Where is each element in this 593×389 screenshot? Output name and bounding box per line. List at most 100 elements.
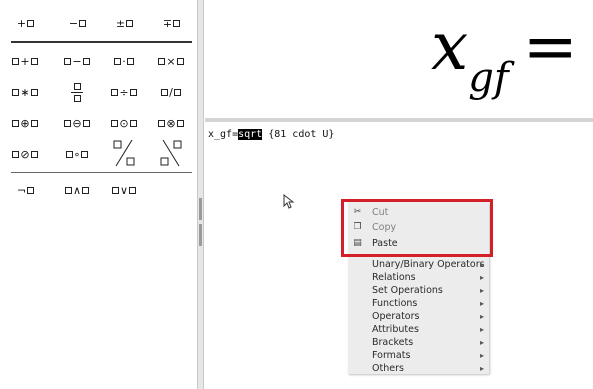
- fraction-button[interactable]: [56, 77, 98, 107]
- and-button[interactable]: ∧: [56, 175, 98, 205]
- splitter-grip[interactable]: [199, 224, 202, 246]
- placeholder-icon: [12, 119, 20, 127]
- unary-plus-button[interactable]: +: [4, 8, 46, 38]
- copy-icon: ❐: [353, 222, 362, 232]
- placeholder-icon: [129, 186, 137, 194]
- placeholder-icon: [73, 94, 81, 102]
- subtract-button[interactable]: −: [56, 46, 98, 76]
- formula-variable: x: [431, 8, 469, 85]
- placeholder-icon: [12, 150, 20, 158]
- placeholder-icon: [161, 88, 169, 96]
- or-button[interactable]: ∨: [103, 175, 145, 205]
- submenu-arrow-icon: ▸: [479, 286, 484, 295]
- circled-times-button[interactable]: ⊗: [150, 108, 192, 138]
- placeholder-icon: [64, 186, 72, 194]
- menu-item-formats[interactable]: Formats ▸: [348, 349, 489, 362]
- wide-slash-icon: [113, 139, 135, 167]
- placeholder-icon: [114, 57, 122, 65]
- splitter-grip[interactable]: [199, 198, 202, 220]
- placeholder-icon: [82, 119, 90, 127]
- section-divider: [11, 41, 192, 43]
- circled-plus-button[interactable]: ⊕: [4, 108, 46, 138]
- formula-equals: =: [522, 8, 578, 85]
- placeholder-icon: [126, 19, 134, 27]
- submenu-arrow-icon: ▸: [479, 338, 484, 347]
- menu-item-operators[interactable]: Operators ▸: [348, 310, 489, 323]
- placeholder-icon: [73, 82, 81, 90]
- selected-text: sqrt: [238, 129, 263, 140]
- placeholder-icon: [173, 19, 181, 27]
- placeholder-icon: [129, 88, 137, 96]
- placeholder-icon: [12, 88, 20, 96]
- placeholder-icon: [158, 119, 166, 127]
- placeholder-icon: [129, 119, 137, 127]
- not-button[interactable]: ¬: [4, 175, 46, 205]
- rendered-formula: xgf =: [431, 8, 578, 101]
- placeholder-icon: [111, 186, 119, 194]
- placeholder-icon: [176, 119, 184, 127]
- formula-preview: xgf =: [205, 0, 593, 118]
- menu-item-attributes[interactable]: Attributes ▸: [348, 323, 489, 336]
- placeholder-icon: [111, 119, 119, 127]
- submenu-arrow-icon: ▸: [479, 325, 484, 334]
- menu-item-unary-binary-operators[interactable]: Unary/Binary Operators ▸: [348, 258, 489, 271]
- wide-backslash-icon: [160, 139, 182, 167]
- placeholder-icon: [30, 88, 38, 96]
- menu-item-paste[interactable]: ▤ Paste: [348, 237, 489, 250]
- menu-item-brackets[interactable]: Brackets ▸: [348, 336, 489, 349]
- add-button[interactable]: +: [4, 46, 46, 76]
- menu-item-cut[interactable]: ✂ Cut: [348, 206, 489, 219]
- menu-item-set-operations[interactable]: Set Operations ▸: [348, 284, 489, 297]
- placeholder-icon: [64, 57, 72, 65]
- context-menu: ✂ Cut ❐ Copy ▤ Paste Unary/Binary Operat…: [348, 202, 489, 374]
- slash-button[interactable]: /: [150, 77, 192, 107]
- placeholder-icon: [173, 88, 181, 96]
- submenu-arrow-icon: ▸: [479, 273, 484, 282]
- placeholder-icon: [12, 57, 20, 65]
- placeholder-icon: [176, 57, 184, 65]
- vertical-splitter[interactable]: [197, 0, 204, 389]
- divide-button[interactable]: ÷: [103, 77, 145, 107]
- command-text[interactable]: x_gf=sqrt {81 cdot U}: [208, 129, 334, 140]
- placeholder-icon: [64, 119, 72, 127]
- placeholder-icon: [158, 57, 166, 65]
- elements-panel: + − ± ∓ + − · × ∗ ÷ / ⊕ ⊖ ⊙ ⊗ ⊘ ∘ ¬ ∧ ∨: [0, 0, 197, 389]
- placeholder-icon: [81, 150, 89, 158]
- placeholder-icon: [27, 186, 35, 194]
- formula-subscript: gf: [468, 55, 509, 101]
- menu-item-relations[interactable]: Relations ▸: [348, 271, 489, 284]
- placeholder-icon: [82, 186, 90, 194]
- multiply-star-button[interactable]: ∗: [4, 77, 46, 107]
- minus-plus-button[interactable]: ∓: [150, 8, 192, 38]
- placeholder-icon: [30, 119, 38, 127]
- concatenate-button[interactable]: ∘: [56, 139, 98, 169]
- wide-slash-button[interactable]: [103, 136, 145, 170]
- circled-dot-button[interactable]: ⊙: [103, 108, 145, 138]
- menu-item-others[interactable]: Others ▸: [348, 362, 489, 375]
- submenu-arrow-icon: ▸: [479, 299, 484, 308]
- scissors-icon: ✂: [353, 207, 362, 217]
- clipboard-icon: ▤: [353, 238, 362, 248]
- placeholder-icon: [27, 19, 35, 27]
- circled-minus-button[interactable]: ⊖: [56, 108, 98, 138]
- menu-item-copy[interactable]: ❐ Copy: [348, 221, 489, 234]
- placeholder-icon: [79, 19, 87, 27]
- placeholder-icon: [65, 150, 73, 158]
- wide-backslash-button[interactable]: [150, 136, 192, 170]
- placeholder-icon: [111, 88, 119, 96]
- plus-minus-button[interactable]: ±: [103, 8, 145, 38]
- circled-slash-button[interactable]: ⊘: [4, 139, 46, 169]
- submenu-arrow-icon: ▸: [479, 260, 484, 269]
- placeholder-icon: [30, 57, 38, 65]
- mouse-pointer-icon: [283, 194, 295, 209]
- section-divider: [11, 172, 192, 173]
- unary-minus-button[interactable]: −: [56, 8, 98, 38]
- multiply-dot-button[interactable]: ·: [103, 46, 145, 76]
- submenu-arrow-icon: ▸: [479, 312, 484, 321]
- placeholder-icon: [126, 57, 134, 65]
- multiply-cross-button[interactable]: ×: [150, 46, 192, 76]
- menu-item-functions[interactable]: Functions ▸: [348, 297, 489, 310]
- fraction-bar: [71, 91, 83, 93]
- submenu-arrow-icon: ▸: [479, 351, 484, 360]
- placeholder-icon: [30, 150, 38, 158]
